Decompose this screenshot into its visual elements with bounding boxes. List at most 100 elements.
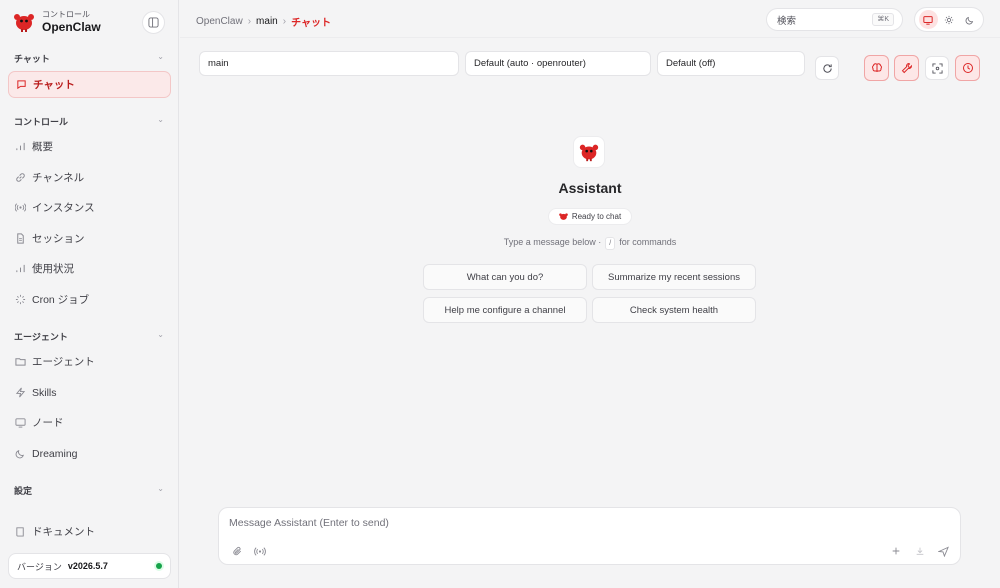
document-icon bbox=[15, 233, 26, 244]
tools-toggle-button[interactable] bbox=[894, 55, 919, 81]
sidebar-item-docs[interactable]: ドキュメント bbox=[8, 518, 171, 545]
sidebar-item-label: チャット bbox=[33, 79, 75, 91]
sidebar-item-label: Dreaming bbox=[32, 447, 78, 460]
plus-icon[interactable] bbox=[889, 544, 903, 558]
bar-chart-icon bbox=[15, 263, 26, 274]
send-icon[interactable] bbox=[936, 544, 950, 558]
breadcrumb-root[interactable]: OpenClaw bbox=[196, 16, 243, 27]
sidebar-item-overview[interactable]: 概要 bbox=[8, 133, 171, 160]
sidebar-toggle-icon bbox=[148, 17, 159, 28]
lightning-icon bbox=[15, 387, 26, 398]
message-composer[interactable]: Message Assistant (Enter to send) bbox=[218, 507, 961, 565]
sidebar-item-label: 使用状況 bbox=[32, 263, 74, 275]
wrench-icon bbox=[901, 62, 912, 74]
breadcrumb-separator-icon: › bbox=[247, 16, 252, 27]
monitor-theme-icon[interactable] bbox=[918, 10, 938, 29]
monitor-icon bbox=[15, 417, 26, 428]
search-button[interactable]: 検索 ⌘K bbox=[766, 8, 903, 31]
sidebar-item-label: ノード bbox=[32, 417, 64, 429]
folder-icon bbox=[15, 356, 26, 367]
openclaw-mascot-icon bbox=[559, 213, 568, 220]
sidebar-item-nodes[interactable]: ノード bbox=[8, 409, 171, 436]
hint-before: Type a message below · bbox=[503, 237, 602, 247]
version-label: バージョン bbox=[17, 561, 62, 572]
bar-chart-icon bbox=[15, 141, 26, 152]
topbar: OpenClaw › main › チャット 検索 ⌘K bbox=[180, 0, 1000, 38]
suggestion-button[interactable]: Check system health bbox=[592, 297, 756, 323]
status-badge: Ready to chat bbox=[548, 208, 632, 225]
brand-subtitle: コントロール bbox=[42, 10, 90, 19]
chevron-down-icon: ⌄ bbox=[157, 330, 164, 339]
version-badge: バージョン v2026.5.7 bbox=[8, 553, 171, 579]
refresh-button[interactable] bbox=[815, 56, 839, 80]
chevron-down-icon: ⌄ bbox=[157, 52, 164, 61]
sidebar-item-label: インスタンス bbox=[32, 202, 95, 214]
sidebar-item-sessions[interactable]: セッション bbox=[8, 225, 171, 252]
brand-name: OpenClaw bbox=[42, 20, 101, 34]
moon-icon[interactable] bbox=[960, 10, 979, 29]
section-agent-label: エージェント bbox=[14, 332, 68, 342]
composer-hint: Type a message below · / for commands bbox=[440, 237, 740, 250]
moon-icon bbox=[15, 448, 26, 459]
session-select[interactable]: main bbox=[199, 51, 459, 76]
section-settings[interactable]: 設定 ⌄ bbox=[14, 484, 164, 497]
search-label: 検索 bbox=[777, 15, 797, 27]
collapse-sidebar-button[interactable] bbox=[142, 11, 165, 34]
brand[interactable]: コントロール OpenClaw bbox=[12, 10, 101, 34]
voice-broadcast-icon[interactable] bbox=[253, 544, 267, 558]
sidebar-item-label: セッション bbox=[32, 233, 85, 245]
section-chat-label: チャット bbox=[14, 54, 50, 64]
sidebar-item-agents[interactable]: エージェント bbox=[8, 348, 171, 375]
sidebar-item-label: エージェント bbox=[32, 356, 95, 368]
sidebar-item-skills[interactable]: Skills bbox=[8, 379, 171, 406]
sidebar-item-chat[interactable]: チャット bbox=[8, 71, 171, 98]
paperclip-icon[interactable] bbox=[230, 544, 244, 558]
focus-button[interactable] bbox=[925, 56, 949, 80]
status-online-dot bbox=[156, 563, 162, 569]
sidebar-item-label: ドキュメント bbox=[32, 526, 95, 538]
openclaw-mascot-icon bbox=[579, 144, 599, 162]
assistant-name: Assistant bbox=[558, 180, 622, 196]
suggestion-button[interactable]: What can you do? bbox=[423, 264, 587, 290]
breadcrumb-session[interactable]: main bbox=[256, 16, 278, 27]
theme-switcher bbox=[914, 7, 984, 32]
link-icon bbox=[15, 172, 26, 183]
version-value: v2026.5.7 bbox=[67, 561, 108, 571]
refresh-icon bbox=[822, 63, 832, 73]
section-agent[interactable]: エージェント ⌄ bbox=[14, 330, 164, 343]
download-icon[interactable] bbox=[913, 544, 927, 558]
model-select[interactable]: Default (auto · openrouter) bbox=[465, 51, 651, 76]
assistant-avatar bbox=[573, 136, 605, 168]
openclaw-logo-icon bbox=[14, 14, 34, 32]
breadcrumb-page: チャット bbox=[291, 18, 331, 29]
status-text: Ready to chat bbox=[571, 212, 622, 221]
loader-icon bbox=[15, 294, 26, 305]
sidebar-item-instances[interactable]: インスタンス bbox=[8, 194, 171, 221]
section-control[interactable]: コントロール ⌄ bbox=[14, 115, 164, 128]
brain-toggle-button[interactable] bbox=[864, 55, 889, 81]
search-shortcut: ⌘K bbox=[872, 13, 894, 26]
chat-bubble-icon bbox=[16, 79, 27, 90]
sidebar-item-channels[interactable]: チャンネル bbox=[8, 164, 171, 191]
history-toggle-button[interactable] bbox=[955, 55, 980, 81]
clock-icon bbox=[962, 63, 973, 73]
sidebar-item-usage[interactable]: 使用状況 bbox=[8, 255, 171, 282]
thinking-select[interactable]: Default (off) bbox=[657, 51, 805, 76]
sidebar-item-dreaming[interactable]: Dreaming bbox=[8, 440, 171, 467]
sidebar-item-label: 概要 bbox=[32, 141, 53, 153]
sun-icon[interactable] bbox=[939, 10, 958, 29]
section-chat[interactable]: チャット ⌄ bbox=[14, 52, 164, 65]
breadcrumb-separator-icon: › bbox=[282, 16, 287, 27]
suggestion-button[interactable]: Summarize my recent sessions bbox=[592, 264, 756, 290]
broadcast-icon bbox=[15, 202, 26, 213]
hint-after: for commands bbox=[619, 237, 677, 247]
chevron-down-icon: ⌄ bbox=[157, 484, 164, 493]
suggestion-button[interactable]: Help me configure a channel bbox=[423, 297, 587, 323]
sidebar-item-label: Cron ジョブ bbox=[32, 294, 90, 306]
sidebar: コントロール OpenClaw チャット ⌄ チャット コントロール ⌄ 概要 チャ… bbox=[0, 0, 179, 588]
message-input[interactable]: Message Assistant (Enter to send) bbox=[229, 517, 389, 529]
section-control-label: コントロール bbox=[14, 117, 69, 127]
sidebar-item-cron[interactable]: Cron ジョブ bbox=[8, 286, 171, 313]
sidebar-item-label: チャンネル bbox=[32, 172, 85, 184]
breadcrumb: OpenClaw › main › チャット bbox=[196, 14, 331, 29]
